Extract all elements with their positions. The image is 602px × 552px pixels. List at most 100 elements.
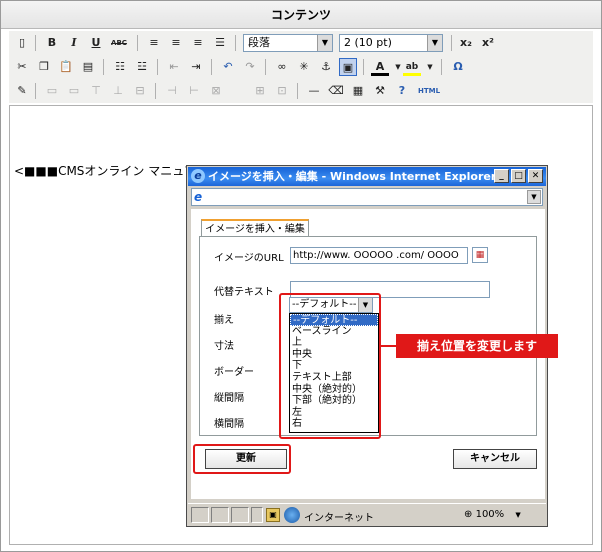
- zoom-icon: ⊕: [464, 509, 473, 520]
- delete-row-icon[interactable]: ⊟: [131, 82, 149, 100]
- new-document-icon[interactable]: ▯: [13, 34, 31, 52]
- toolbar-separator: [297, 83, 298, 99]
- anchor-icon[interactable]: ⚓: [317, 58, 335, 76]
- vspace-label: 縦間隔: [214, 393, 244, 404]
- globe-icon: [284, 507, 300, 523]
- dialog-title-bar[interactable]: e イメージを挿入・編集 - Windows Internet Explorer…: [188, 167, 546, 186]
- redo-icon[interactable]: ↷: [241, 58, 259, 76]
- toolbar-separator: [103, 59, 104, 75]
- text-color-icon[interactable]: A: [371, 58, 389, 76]
- align-right-icon[interactable]: ≡: [189, 34, 207, 52]
- tab-insert-edit-image[interactable]: イメージを挿入・編集: [201, 219, 309, 237]
- chevron-down-icon: ▼: [515, 511, 521, 519]
- special-char-icon[interactable]: Ω: [449, 58, 467, 76]
- toolbar-separator: [235, 35, 236, 51]
- alt-text-label: 代替テキスト: [214, 287, 274, 298]
- status-cell: [211, 507, 229, 523]
- minimize-button[interactable]: _: [494, 169, 509, 183]
- align-label: 揃え: [214, 315, 234, 326]
- table-row-props-icon[interactable]: ▭: [43, 82, 61, 100]
- dimensions-label: 寸法: [214, 341, 234, 352]
- unlink-icon[interactable]: ✳: [295, 58, 313, 76]
- cleanup-icon[interactable]: ⚒: [371, 82, 389, 100]
- highlight-color-icon[interactable]: ab: [403, 58, 421, 76]
- toolbar-separator: [157, 59, 158, 75]
- font-size-select[interactable]: 2 (10 pt) ▼: [339, 34, 443, 52]
- annotation-callout: 揃え位置を変更します: [396, 334, 558, 358]
- insert-col-before-icon[interactable]: ⊣: [163, 82, 181, 100]
- chevron-down-icon: ▼: [427, 35, 442, 51]
- toolbar-separator: [211, 59, 212, 75]
- toolbar-separator: [451, 35, 452, 51]
- cancel-button[interactable]: キャンセル: [453, 449, 537, 469]
- indent-icon[interactable]: ⇥: [187, 58, 205, 76]
- paste-text-icon[interactable]: ▤: [79, 58, 97, 76]
- help-icon[interactable]: ?: [393, 82, 411, 100]
- strikethrough-button[interactable]: ABC: [107, 34, 131, 52]
- status-cell: [191, 507, 209, 523]
- cut-icon[interactable]: ✂: [13, 58, 31, 76]
- toolbar-separator: [35, 83, 36, 99]
- remove-format-icon[interactable]: ⌫: [327, 82, 345, 100]
- copy-icon[interactable]: ❐: [35, 58, 53, 76]
- annotation-box-align: [279, 293, 381, 439]
- zoom-control[interactable]: ⊕ 100% ▼: [464, 509, 521, 520]
- toolbar-separator: [155, 83, 156, 99]
- ie-page-icon: e: [194, 190, 203, 204]
- zoom-value: 100%: [475, 509, 505, 520]
- table-cell-props-icon[interactable]: ▭: [65, 82, 83, 100]
- chevron-down-icon[interactable]: ▼: [527, 190, 541, 204]
- browse-icon[interactable]: ▦: [472, 247, 488, 263]
- align-left-icon[interactable]: ≡: [145, 34, 163, 52]
- url-input[interactable]: http://www. OOOOO .com/ OOOO: [290, 247, 468, 264]
- html-source-button[interactable]: HTML: [415, 82, 443, 100]
- delete-col-icon[interactable]: ⊠: [207, 82, 225, 100]
- format-select-value: 段落: [248, 36, 270, 49]
- annotation-connector: [380, 345, 397, 347]
- edit-css-icon[interactable]: ✎: [13, 82, 31, 100]
- border-label: ボーダー: [214, 367, 254, 378]
- horizontal-rule-icon[interactable]: —: [305, 82, 323, 100]
- merge-cells-icon[interactable]: ⊡: [273, 82, 291, 100]
- insert-row-after-icon[interactable]: ⊥: [109, 82, 127, 100]
- align-justify-icon[interactable]: ☰: [211, 34, 229, 52]
- chevron-down-icon: ▼: [317, 35, 332, 51]
- bold-button[interactable]: B: [43, 34, 61, 52]
- toolbar-separator: [441, 59, 442, 75]
- insert-col-after-icon[interactable]: ⊢: [185, 82, 203, 100]
- toolbar-separator: [137, 35, 138, 51]
- cms-title: コンテンツ: [1, 1, 601, 29]
- editor-toolbar: ▯ B I U ABC ≡ ≡ ≡ ☰ 段落 ▼ 2 (10 pt) ▼ x₂ …: [9, 31, 593, 103]
- table-icon[interactable]: ▦: [349, 82, 367, 100]
- address-bar[interactable]: e ▼: [191, 188, 543, 206]
- dialog-title-text: イメージを挿入・編集 - Windows Internet Explorer: [208, 170, 497, 183]
- toolbar-separator: [265, 59, 266, 75]
- undo-icon[interactable]: ↶: [219, 58, 237, 76]
- align-center-icon[interactable]: ≡: [167, 34, 185, 52]
- status-cell: [251, 507, 263, 523]
- split-cells-icon[interactable]: ⊞: [251, 82, 269, 100]
- numbered-list-icon[interactable]: ☳: [133, 58, 151, 76]
- image-icon[interactable]: ▣: [339, 58, 357, 76]
- format-select[interactable]: 段落 ▼: [243, 34, 333, 52]
- toolbar-separator: [363, 59, 364, 75]
- protected-mode-icon: ▣: [266, 508, 280, 522]
- insert-row-before-icon[interactable]: ⊤: [87, 82, 105, 100]
- status-bar: ▣ インターネット ⊕ 100% ▼: [188, 503, 546, 525]
- underline-button[interactable]: U: [87, 34, 105, 52]
- subscript-button[interactable]: x₂: [457, 34, 475, 52]
- zone-text: インターネット: [304, 513, 374, 524]
- close-button[interactable]: ✕: [528, 169, 543, 183]
- chevron-down-icon[interactable]: ▼: [421, 58, 439, 76]
- url-label: イメージのURL: [214, 253, 284, 264]
- italic-button[interactable]: I: [65, 34, 83, 52]
- link-icon[interactable]: ∞: [273, 58, 291, 76]
- bullet-list-icon[interactable]: ☷: [111, 58, 129, 76]
- maximize-button[interactable]: □: [511, 169, 526, 183]
- outdent-icon[interactable]: ⇤: [165, 58, 183, 76]
- hspace-label: 横間隔: [214, 419, 244, 430]
- font-size-select-value: 2 (10 pt): [344, 36, 392, 49]
- superscript-button[interactable]: x²: [479, 34, 497, 52]
- paste-icon[interactable]: 📋: [57, 58, 75, 76]
- toolbar-separator: [35, 35, 36, 51]
